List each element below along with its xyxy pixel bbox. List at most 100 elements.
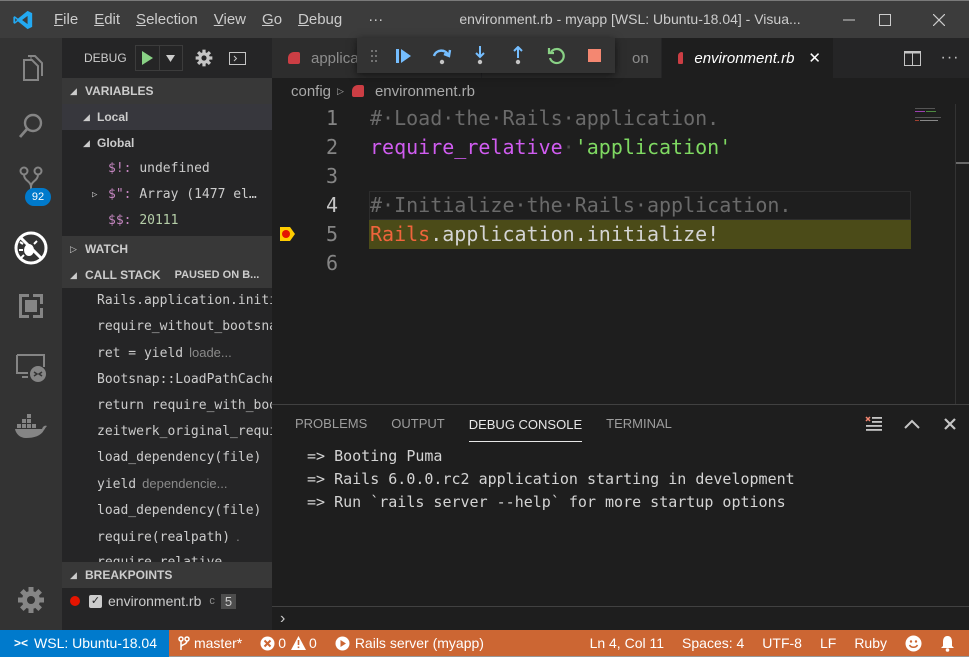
expand-icon[interactable]: ▷ <box>92 182 97 208</box>
tab-environment-rb[interactable]: environment.rb ✕ <box>662 38 834 78</box>
scrollbar-thumb[interactable] <box>956 162 969 164</box>
variable-row[interactable]: $&: undefined <box>62 234 272 236</box>
stack-frame[interactable]: zeitwerk_original_require <box>62 419 272 445</box>
stack-frame[interactable]: require_without_bootsnap <box>62 314 272 340</box>
variable-row[interactable]: $$: 20111 <box>62 208 272 234</box>
menu-edit[interactable]: Edit <box>86 1 128 38</box>
activity-docker[interactable] <box>0 402 62 450</box>
breadcrumb-file[interactable]: environment.rb <box>375 83 475 100</box>
stop-button[interactable] <box>575 38 613 73</box>
code-text: #·Load·the·Rails·application. <box>370 104 719 133</box>
activity-debug[interactable] <box>0 224 62 272</box>
code-text: #·Initialize·the·Rails·application. <box>370 191 791 220</box>
scope-global[interactable]: ◢ Global <box>62 130 272 156</box>
tab-output[interactable]: OUTPUT <box>391 405 444 443</box>
close-panel-button[interactable] <box>931 405 969 443</box>
menu-selection[interactable]: Selection <box>128 1 206 38</box>
more-actions-button[interactable]: ··· <box>931 49 969 67</box>
tab-debug-console[interactable]: DEBUG CONSOLE <box>468 406 583 442</box>
tab-problems[interactable]: PROBLEMS <box>295 405 367 443</box>
maximize-button[interactable] <box>862 1 908 38</box>
stack-frame[interactable]: load_dependency(file) <box>62 445 272 471</box>
menu-more[interactable]: ··· <box>360 1 391 38</box>
stack-frame[interactable]: return require_with_bootsnap <box>62 393 272 419</box>
breakpoint-enabled-checkbox[interactable]: ✓ <box>89 594 102 608</box>
stop-icon <box>587 49 601 62</box>
end-of-line[interactable]: LF <box>811 630 845 657</box>
expand-icon: ▷ <box>70 244 77 254</box>
step-into-button[interactable] <box>461 38 499 73</box>
breadcrumb-folder[interactable]: config <box>291 83 331 100</box>
drag-grip[interactable] <box>363 38 385 73</box>
menu-debug[interactable]: Debug <box>290 1 350 38</box>
clear-console-button[interactable] <box>855 405 893 443</box>
start-debugging-button[interactable] <box>136 46 161 70</box>
stack-frame[interactable]: yield dependencie... <box>62 471 272 497</box>
stack-frame[interactable]: require_relative <box>62 550 272 562</box>
git-branch[interactable]: master* <box>169 630 251 657</box>
code-editor[interactable]: 1 #·Load·the·Rails·application. 2 require_r… <box>272 104 969 404</box>
close-window-button[interactable] <box>916 1 962 38</box>
activity-remote-explorer[interactable] <box>0 344 62 392</box>
stack-frame[interactable]: ret = yield loade... <box>62 340 272 366</box>
variable-row[interactable]: ▷ $": Array (1477 el… <box>62 182 272 208</box>
editor-scrollbar[interactable] <box>955 104 969 404</box>
breakpoint-stopped-icon[interactable] <box>280 227 295 241</box>
code-line[interactable]: 3 <box>272 162 912 191</box>
activity-extensions[interactable] <box>0 282 62 330</box>
breakpoints-section-header[interactable]: ◢ BREAKPOINTS <box>62 562 272 588</box>
stack-frame[interactable]: Bootsnap::LoadPathCache <box>62 367 272 393</box>
variables-section-header[interactable]: ◢ VARIABLES <box>62 78 272 104</box>
step-out-button[interactable] <box>499 38 537 73</box>
cursor-position[interactable]: Ln 4, Col 11 <box>581 630 673 657</box>
tab-terminal[interactable]: TERMINAL <box>606 405 672 443</box>
status-bar: >< WSL: Ubuntu-18.04 master* 0 0 Rails s… <box>0 629 969 657</box>
step-over-button[interactable] <box>423 38 461 73</box>
stack-frame[interactable]: require(realpath). <box>62 524 272 550</box>
stack-frame[interactable]: load_dependency(file) <box>62 498 272 524</box>
language-mode[interactable]: Ruby <box>845 630 896 657</box>
continue-button[interactable] <box>385 38 423 73</box>
problems-indicator[interactable]: 0 0 <box>251 630 326 657</box>
feedback-button[interactable] <box>896 630 931 657</box>
notifications-button[interactable] <box>931 630 969 657</box>
call-stack-section-header[interactable]: ◢ CALL STACK PAUSED ON B... <box>62 262 272 288</box>
code-line[interactable]: 4 #·Initialize·the·Rails·application. <box>272 191 912 220</box>
launch-config-dropdown[interactable] <box>160 46 182 70</box>
variable-row[interactable]: $!: undefined <box>62 156 272 182</box>
remote-indicator[interactable]: >< WSL: Ubuntu-18.04 <box>0 629 169 657</box>
frame-source: dependencie... <box>142 476 228 492</box>
open-launch-json-button[interactable] <box>195 49 213 67</box>
encoding[interactable]: UTF-8 <box>753 630 811 657</box>
restart-button[interactable] <box>537 38 575 73</box>
title-bar: File Edit Selection View Go Debug ··· environm… <box>0 0 969 38</box>
indentation[interactable]: Spaces: 4 <box>673 630 753 657</box>
chevron-up-icon <box>904 419 920 429</box>
drag-grip-icon <box>371 49 377 62</box>
watch-section-header[interactable]: ▷ WATCH <box>62 236 272 262</box>
debug-console-button[interactable] <box>228 51 246 65</box>
maximize-panel-button[interactable] <box>893 405 931 443</box>
code-line[interactable]: 5 Rails.application.initialize! <box>272 220 912 249</box>
menu-file[interactable]: File <box>46 1 86 38</box>
menu-go[interactable]: Go <box>254 1 290 38</box>
menu-view[interactable]: View <box>206 1 254 38</box>
manage-button[interactable] <box>0 576 62 624</box>
code-line[interactable]: 1 #·Load·the·Rails·application. <box>272 104 912 133</box>
console-input[interactable]: › <box>272 606 969 630</box>
stack-frame[interactable]: Rails.application.initialize! <box>62 288 272 314</box>
breakpoint-item[interactable]: ✓ environment.rb c 5 <box>62 588 272 614</box>
split-editor-icon <box>903 50 921 66</box>
section-title: BREAKPOINTS <box>85 568 173 582</box>
scope-local[interactable]: ◢ Local <box>62 104 272 130</box>
debug-session[interactable]: Rails server (myapp) <box>326 630 493 657</box>
code-line[interactable]: 6 <box>272 249 912 278</box>
split-editor-button[interactable] <box>893 50 931 66</box>
activity-explorer[interactable] <box>0 44 62 92</box>
warning-count: 0 <box>309 635 317 651</box>
step-over-icon <box>432 48 452 64</box>
minimap[interactable] <box>915 104 955 404</box>
close-tab-icon[interactable]: ✕ <box>808 49 821 67</box>
code-line[interactable]: 2 require_relative·'application' <box>272 133 912 162</box>
activity-search[interactable] <box>0 102 62 150</box>
